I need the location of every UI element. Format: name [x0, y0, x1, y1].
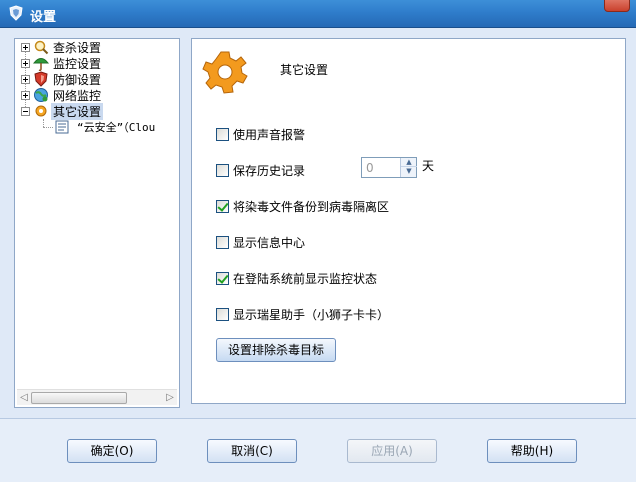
spin-up-icon[interactable]: ▲: [401, 158, 417, 167]
option-assistant[interactable]: 显示瑞星助手（小狮子卡卡）: [216, 306, 389, 322]
tree-line: [43, 127, 53, 128]
option-label: 显示瑞星助手（小狮子卡卡）: [233, 307, 390, 322]
tree-item-label: “云安全”（Clou: [77, 121, 156, 134]
tree-item-other[interactable]: 其它设置: [21, 102, 104, 120]
panel-title: 其它设置: [280, 63, 329, 77]
option-label: 使用声音报警: [233, 127, 306, 142]
monitor-before-login-checkbox[interactable]: [216, 271, 229, 285]
expand-icon[interactable]: [21, 90, 30, 100]
spin-buttons: ▲ ▼: [400, 158, 417, 177]
scrollbar-thumb[interactable]: [31, 392, 127, 404]
expand-icon[interactable]: [21, 58, 30, 68]
tree-item-monitor[interactable]: 监控设置: [21, 55, 103, 71]
tree-item-network[interactable]: 网络监控: [21, 87, 103, 103]
option-label: 显示信息中心: [233, 235, 306, 250]
help-button[interactable]: 帮助(H): [487, 439, 577, 463]
ok-button[interactable]: 确定(O): [67, 439, 157, 463]
assistant-checkbox[interactable]: [216, 307, 229, 321]
cancel-button[interactable]: 取消(C): [207, 439, 297, 463]
option-monitor-before-login[interactable]: 在登陆系统前显示监控状态: [216, 270, 377, 286]
close-button[interactable]: [604, 0, 630, 12]
large-gear-icon: [202, 51, 248, 94]
history-unit-label: 天: [422, 159, 435, 173]
tree-line: [43, 119, 44, 127]
scroll-right-icon[interactable]: ▷: [165, 393, 175, 403]
option-label: 在登陆系统前显示监控状态: [233, 271, 378, 286]
dialog-footer: 确定(O) 取消(C) 应用(A) 帮助(H): [0, 418, 636, 482]
option-backup-infected[interactable]: 将染毒文件备份到病毒隔离区: [216, 198, 389, 214]
client-area: 查杀设置 监控设置 防御设置 网络监控 其它设置 “云安全”（Clou ◁ ▷ …: [0, 28, 636, 418]
expand-icon[interactable]: [21, 42, 30, 52]
history-days-value[interactable]: 0: [366, 161, 374, 175]
tree-item-label: 监控设置: [53, 56, 102, 71]
set-exclusions-button[interactable]: 设置排除杀毒目标: [216, 338, 336, 362]
shield-icon: [34, 71, 48, 87]
option-info-center[interactable]: 显示信息中心: [216, 234, 305, 250]
app-shield-icon: [9, 5, 23, 21]
globe-icon: [34, 88, 48, 102]
scroll-left-icon[interactable]: ◁: [19, 393, 29, 403]
save-history-checkbox[interactable]: [216, 163, 229, 177]
scan-icon: [34, 40, 49, 55]
info-center-checkbox[interactable]: [216, 235, 229, 249]
tree-item-scan[interactable]: 查杀设置: [21, 39, 103, 55]
backup-infected-checkbox[interactable]: [216, 199, 229, 213]
gear-icon: [35, 105, 47, 117]
option-label: 将染毒文件备份到病毒隔离区: [233, 199, 390, 214]
option-sound-alarm[interactable]: 使用声音报警: [216, 126, 305, 142]
tree-item-cloud-security[interactable]: “云安全”（Clou: [55, 119, 177, 135]
tree-item-label: 网络监控: [53, 88, 102, 103]
window-title: 设置: [30, 10, 57, 25]
option-label: 保存历史记录: [233, 163, 306, 178]
spin-down-icon[interactable]: ▼: [401, 167, 417, 176]
option-save-history[interactable]: 保存历史记录: [216, 162, 305, 178]
tree-item-defense[interactable]: 防御设置: [21, 71, 103, 87]
history-days-stepper[interactable]: 0 ▲ ▼: [361, 157, 417, 178]
document-icon: [55, 120, 69, 134]
collapse-icon[interactable]: [21, 106, 30, 116]
tree-item-label: 查杀设置: [53, 40, 102, 55]
horizontal-scrollbar[interactable]: ◁ ▷: [17, 389, 177, 405]
tree-item-label: 其它设置: [51, 102, 104, 120]
expand-icon[interactable]: [21, 74, 30, 84]
apply-button[interactable]: 应用(A): [347, 439, 437, 463]
umbrella-icon: [33, 58, 49, 71]
settings-panel: 其它设置 使用声音报警 保存历史记录 0 ▲ ▼ 天 将染毒文件备份到病毒隔离区…: [191, 38, 626, 404]
tree-item-label: 防御设置: [53, 72, 102, 87]
sound-alarm-checkbox[interactable]: [216, 127, 229, 141]
settings-tree: 查杀设置 监控设置 防御设置 网络监控 其它设置 “云安全”（Clou ◁ ▷: [14, 38, 180, 408]
title-bar[interactable]: 设置: [0, 0, 636, 28]
